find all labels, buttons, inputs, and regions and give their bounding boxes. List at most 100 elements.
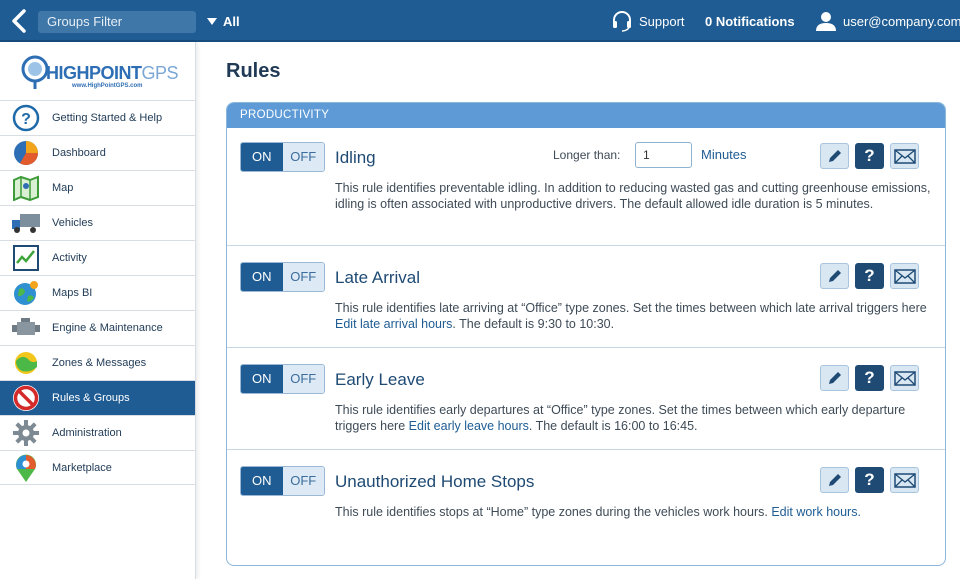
groups-filter-input[interactable]: Groups Filter (38, 11, 196, 33)
envelope-icon (893, 268, 916, 284)
group-select-value: All (223, 14, 240, 29)
rule-description-text: This rule identifies stops at “Home” typ… (335, 505, 772, 519)
notifications-link[interactable]: 0 Notifications (705, 14, 795, 29)
headset-icon (613, 11, 631, 32)
sidebar-item-label: Zones & Messages (52, 357, 147, 369)
rule-row-unauthorized-home-stops: ON OFF Unauthorized Home Stops ? This ru… (227, 450, 945, 560)
rule-toggle[interactable]: ON OFF (240, 466, 325, 496)
logo-text-light: GPS (141, 63, 179, 83)
rule-row-idling: ON OFF Idling Longer than: Minutes ? Thi… (227, 128, 945, 246)
sidebar-item-dashboard[interactable]: Dashboard (0, 135, 195, 170)
user-email: user@company.com (843, 13, 960, 29)
group-select-dropdown[interactable]: All (207, 14, 240, 29)
user-menu[interactable]: user@company.com (815, 10, 960, 32)
minutes-label: Minutes (701, 147, 747, 162)
edit-button[interactable] (820, 263, 849, 289)
sidebar-item-label: Rules & Groups (52, 392, 130, 404)
help-button[interactable]: ? (855, 467, 884, 493)
help-button[interactable]: ? (855, 365, 884, 391)
help-button[interactable]: ? (855, 143, 884, 169)
rule-toggle[interactable]: ON OFF (240, 364, 325, 394)
pencil-icon (828, 150, 841, 162)
logo: HIGHPOINTGPS www.HighPointGPS.com (0, 42, 195, 100)
map-pin-icon (0, 453, 52, 483)
globe-icon (0, 279, 52, 307)
rule-title: Idling (335, 148, 376, 167)
sidebar-item-map[interactable]: Map (0, 170, 195, 205)
rule-actions: ? (820, 143, 919, 169)
support-link[interactable]: Support (611, 10, 685, 32)
rule-description: This rule identifies preventable idling.… (335, 181, 931, 211)
edit-button[interactable] (820, 365, 849, 391)
rule-title: Late Arrival (335, 268, 421, 287)
question-icon: ? (864, 266, 875, 285)
sidebar-item-label: Vehicles (52, 217, 93, 229)
section-header: PRODUCTIVITY (227, 103, 945, 128)
sidebar-item-label: Activity (52, 252, 87, 264)
rule-description: This rule identifies early departures at… (335, 402, 935, 434)
engine-icon (0, 317, 52, 339)
zones-icon (0, 349, 52, 377)
rule-toggle[interactable]: ON OFF (240, 262, 325, 292)
sidebar-item-maps-bi[interactable]: Maps BI (0, 275, 195, 310)
logo-text-bold: HIGHPOINT (46, 63, 142, 83)
sidebar-item-label: Getting Started & Help (52, 112, 163, 124)
rule-description: This rule identifies stops at “Home” typ… (335, 504, 935, 520)
sidebar-item-activity[interactable]: Activity (0, 240, 195, 275)
back-arrow-icon[interactable] (8, 8, 32, 34)
edit-button[interactable] (820, 143, 849, 169)
map-icon (0, 175, 52, 201)
rule-title: Unauthorized Home Stops (335, 472, 535, 491)
idle-minutes-input[interactable] (635, 142, 692, 168)
rule-row-early-leave: ON OFF Early Leave ? This rule identifie… (227, 348, 945, 450)
toggle-off-option[interactable]: OFF (282, 467, 324, 495)
sidebar-item-zones-messages[interactable]: Zones & Messages (0, 345, 195, 380)
email-button[interactable] (890, 365, 919, 391)
toggle-on-option[interactable]: ON (241, 467, 283, 495)
question-icon: ? (864, 368, 875, 387)
rule-toggle[interactable]: ON OFF (240, 142, 325, 172)
truck-icon (0, 211, 52, 235)
toggle-on-option[interactable]: ON (241, 143, 283, 171)
sidebar-item-rules-groups[interactable]: Rules & Groups (0, 380, 195, 415)
logo-text: HIGHPOINTGPS (46, 63, 179, 84)
rule-description-text: . The default is 16:00 to 16:45. (528, 419, 698, 433)
page-title: Rules (226, 60, 281, 82)
toggle-on-option[interactable]: ON (241, 365, 283, 393)
rule-description-text: . The default is 9:30 to 10:30. (452, 317, 615, 331)
pencil-icon (828, 270, 841, 282)
sidebar-item-administration[interactable]: Administration (0, 415, 195, 450)
no-sign-icon (0, 383, 52, 413)
email-button[interactable] (890, 143, 919, 169)
pie-chart-icon (0, 139, 52, 167)
edit-late-arrival-hours-link[interactable]: Edit late arrival hours (335, 317, 452, 331)
user-icon (816, 12, 836, 31)
productivity-panel: PRODUCTIVITY ON OFF Idling Longer than: … (226, 102, 946, 566)
sidebar-item-marketplace[interactable]: Marketplace (0, 450, 195, 485)
toggle-on-option[interactable]: ON (241, 263, 283, 291)
top-bar: Groups Filter All Support 0 Notification… (0, 0, 960, 42)
support-label: Support (639, 13, 685, 29)
gear-icon (0, 419, 52, 447)
toggle-off-option[interactable]: OFF (282, 263, 324, 291)
sidebar-item-engine-maintenance[interactable]: Engine & Maintenance (0, 310, 195, 345)
sidebar-item-getting-started[interactable]: ? Getting Started & Help (0, 100, 195, 135)
email-button[interactable] (890, 467, 919, 493)
rule-title: Early Leave (335, 370, 425, 389)
question-icon: ? (864, 146, 875, 165)
chevron-down-icon (207, 18, 217, 25)
edit-work-hours-link[interactable]: Edit work hours. (771, 505, 861, 519)
question-icon: ? (864, 470, 875, 489)
help-icon: ? (0, 104, 52, 132)
envelope-icon (893, 472, 916, 488)
sidebar-item-label: Marketplace (52, 461, 112, 474)
longer-than-label: Longer than: (553, 148, 621, 162)
sidebar-item-vehicles[interactable]: Vehicles (0, 205, 195, 240)
edit-early-leave-hours-link[interactable]: Edit early leave hours (409, 419, 529, 433)
rule-actions: ? (820, 365, 919, 391)
toggle-off-option[interactable]: OFF (282, 365, 324, 393)
email-button[interactable] (890, 263, 919, 289)
toggle-off-option[interactable]: OFF (282, 143, 324, 171)
edit-button[interactable] (820, 467, 849, 493)
help-button[interactable]: ? (855, 263, 884, 289)
